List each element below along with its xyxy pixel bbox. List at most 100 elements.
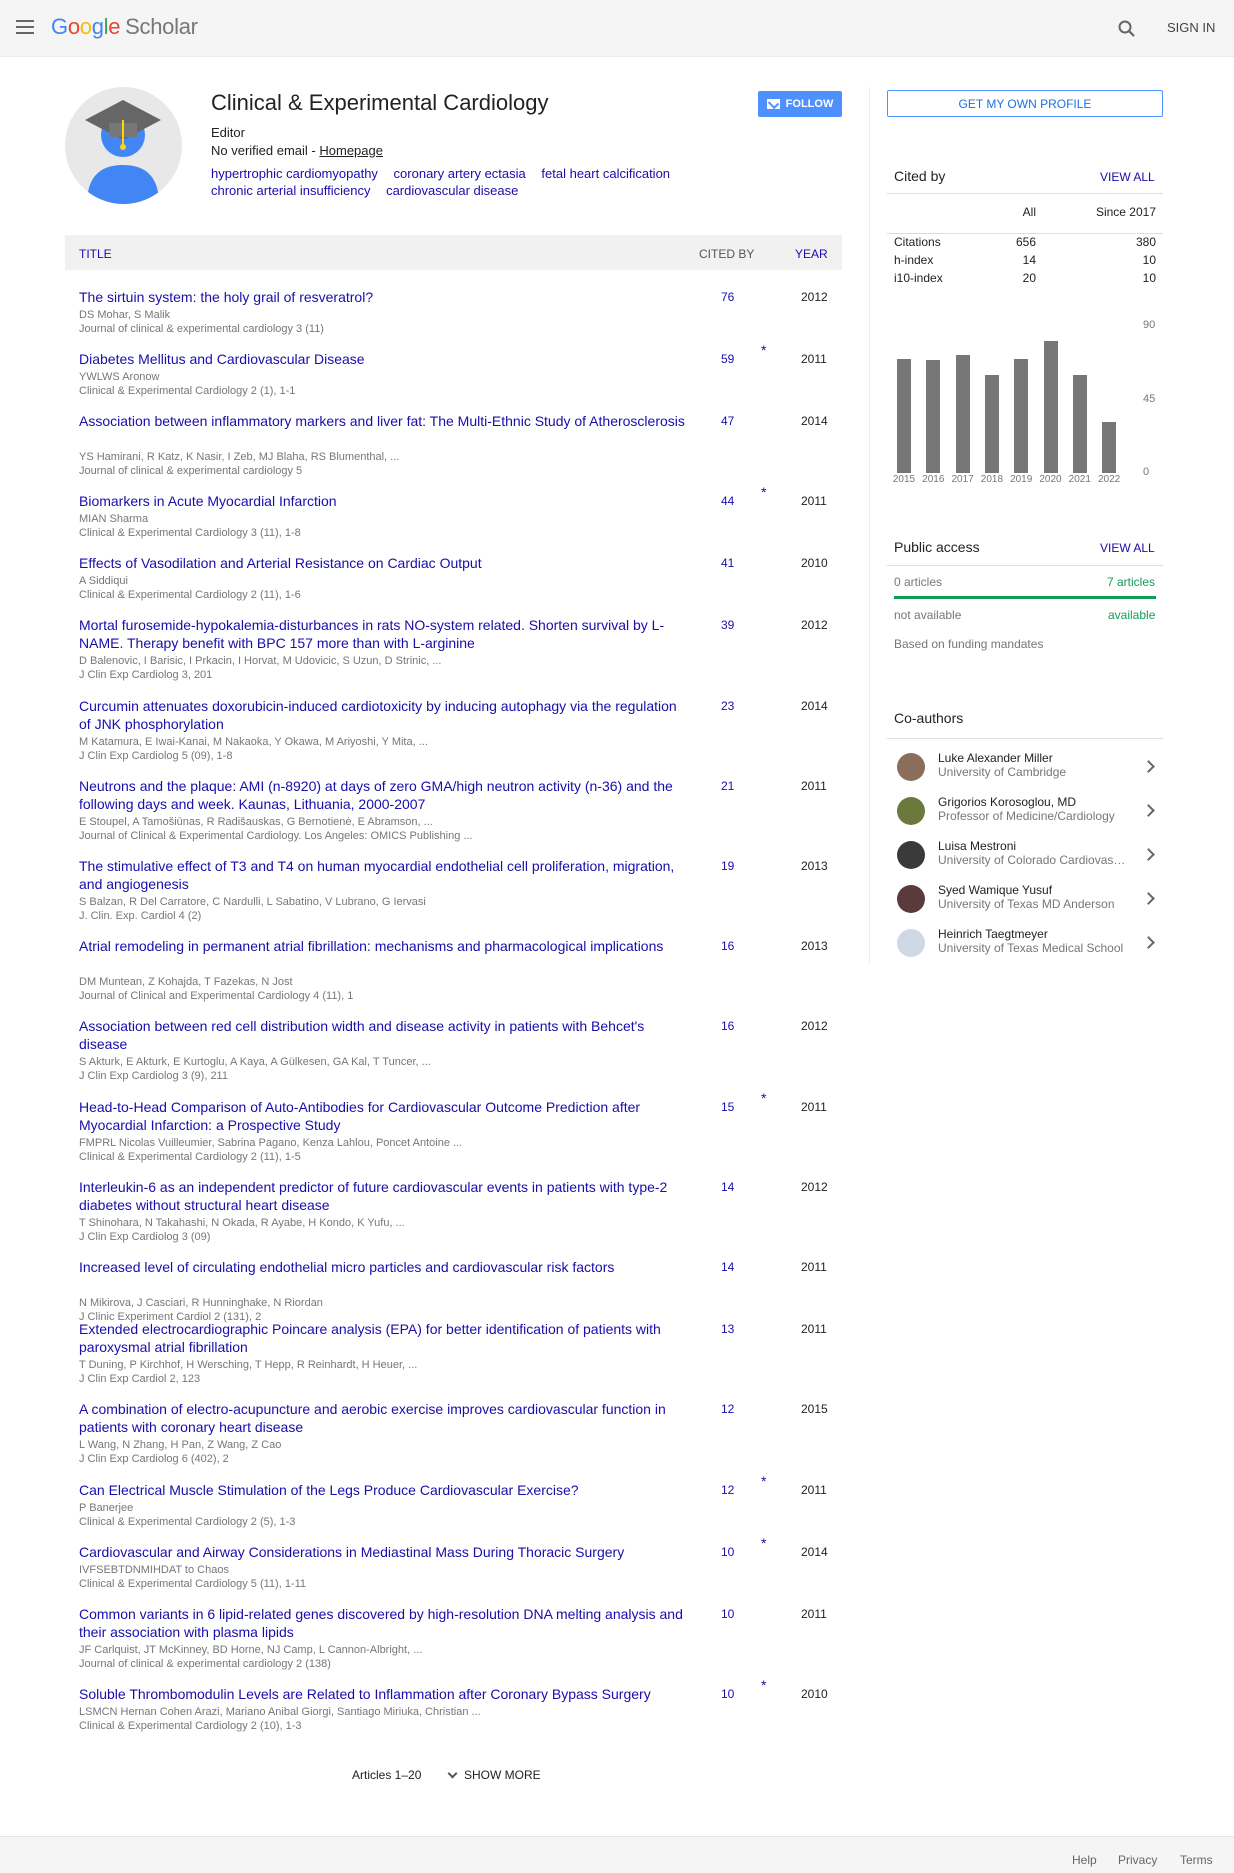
article-title-link[interactable]: Curcumin attenuates doxorubicin-induced … — [79, 697, 689, 733]
cited-by-count-link[interactable]: 21 — [721, 779, 761, 793]
metric-all: 14 — [1022, 253, 1036, 267]
article-venue: Journal of clinical & experimental cardi… — [79, 1658, 331, 1670]
article-title-link[interactable]: Increased level of circulating endotheli… — [79, 1258, 689, 1276]
follow-button[interactable]: FOLLOW — [758, 91, 842, 117]
show-more-button[interactable]: SHOW MORE — [447, 1768, 541, 1782]
chart-bar[interactable] — [926, 360, 941, 473]
cited-by-view-all-link[interactable]: VIEW ALL — [1100, 170, 1155, 184]
coauthor-item[interactable]: Grigorios Korosoglou, MD Professor of Med… — [887, 793, 1163, 829]
sort-by-title[interactable]: TITLE — [79, 247, 112, 261]
coauthor-name: Grigorios Korosoglou, MD — [938, 795, 1077, 809]
coauthor-affiliation: University of Texas Medical School — [938, 941, 1124, 955]
sort-by-year[interactable]: YEAR — [795, 247, 828, 261]
sort-by-cited[interactable]: CITED BY — [699, 247, 754, 261]
article-venue: Journal of clinical & experimental cardi… — [79, 323, 324, 335]
article-authors: A Siddiqui — [79, 575, 128, 587]
chart-bar[interactable] — [955, 355, 970, 473]
chart-bar[interactable] — [1102, 422, 1117, 473]
article-authors: FMPRL Nicolas Vuilleumier, Sabrina Pagan… — [79, 1137, 463, 1149]
article-title-link[interactable]: A combination of electro-acupuncture and… — [79, 1400, 689, 1436]
help-link[interactable]: Help — [1072, 1853, 1097, 1867]
cited-by-count-link[interactable]: 13 — [721, 1322, 761, 1336]
article-title-link[interactable]: Association between inflammatory markers… — [79, 412, 689, 430]
privacy-link[interactable]: Privacy — [1118, 1853, 1157, 1867]
article-title-link[interactable]: Can Electrical Muscle Stimulation of the… — [79, 1481, 689, 1499]
cited-by-count-link[interactable]: 14 — [721, 1260, 761, 1274]
chart-bar[interactable] — [897, 358, 911, 473]
cited-by-count-link[interactable]: 10 — [721, 1687, 761, 1701]
article-title-link[interactable]: The sirtuin system: the holy grail of re… — [79, 288, 689, 306]
public-access-view-all-link[interactable]: VIEW ALL — [1100, 541, 1155, 555]
chart-x-tick-label: 2022 — [1097, 474, 1121, 485]
cited-by-count-link[interactable]: 76 — [721, 290, 761, 304]
sign-in-button[interactable]: SIGN IN — [1167, 20, 1215, 35]
article-title-link[interactable]: Diabetes Mellitus and Cardiovascular Dis… — [79, 350, 689, 368]
get-my-own-profile-button[interactable]: GET MY OWN PROFILE — [887, 90, 1163, 117]
mail-check-icon — [766, 99, 780, 109]
citation-metrics-table: All Since 2017 Citations 656 380 h-index… — [894, 205, 1156, 289]
article-venue: Clinical & Experimental Cardiology 2 (5)… — [79, 1516, 296, 1528]
article-venue: Clinical & Experimental Cardiology 2 (11… — [79, 589, 301, 601]
chart-bar[interactable] — [1014, 358, 1029, 473]
interest-link[interactable]: chronic arterial insufficiency — [211, 183, 370, 198]
article-venue: Clinical & Experimental Cardiology 2 (10… — [79, 1720, 302, 1732]
article-venue: Clinical & Experimental Cardiology 2 (11… — [79, 1151, 301, 1163]
article-title-link[interactable]: Head-to-Head Comparison of Auto-Antibodi… — [79, 1098, 689, 1134]
homepage-link[interactable]: Homepage — [319, 143, 383, 158]
article-title-link[interactable]: Extended electrocardiographic Poincare a… — [79, 1320, 689, 1356]
interest-link[interactable]: cardiovascular disease — [386, 183, 518, 198]
cited-by-count-link[interactable]: 14 — [721, 1180, 761, 1194]
coauthor-affiliation: University of Cambridge — [938, 765, 1067, 779]
coauthor-item[interactable]: Syed Wamique Yusuf University of Texas MD… — [887, 881, 1163, 917]
article-title-link[interactable]: Effects of Vasodilation and Arterial Res… — [79, 554, 689, 572]
cited-by-count-link[interactable]: 59 — [721, 352, 761, 366]
chart-bar[interactable] — [984, 375, 999, 473]
email-status: No verified email - — [211, 143, 320, 158]
chart-bar[interactable] — [1072, 375, 1087, 473]
cited-by-count-link[interactable]: 15 — [721, 1100, 761, 1114]
cited-by-count-link[interactable]: 19 — [721, 859, 761, 873]
cited-by-count-link[interactable]: 39 — [721, 618, 761, 632]
coauthor-item[interactable]: Luke Alexander Miller University of Cambr… — [887, 749, 1163, 785]
cited-by-count-link[interactable]: 23 — [721, 699, 761, 713]
chevron-right-icon — [1142, 804, 1155, 817]
cited-by-count-link[interactable]: 12 — [721, 1402, 761, 1416]
article-title-link[interactable]: Cardiovascular and Airway Considerations… — [79, 1543, 689, 1561]
article-title-link[interactable]: Association between red cell distributio… — [79, 1017, 689, 1053]
interest-link[interactable]: fetal heart calcification — [541, 166, 670, 181]
article-authors: IVFSEBTDNMIHDAT to Chaos — [79, 1564, 229, 1576]
cited-by-count-link[interactable]: 47 — [721, 414, 761, 428]
article-title-link[interactable]: Interleukin-6 as an independent predicto… — [79, 1178, 689, 1214]
google-scholar-logo[interactable]: Google Scholar — [51, 14, 198, 40]
terms-link[interactable]: Terms — [1180, 1853, 1213, 1867]
metric-all: 20 — [1022, 271, 1036, 285]
search-icon[interactable] — [1117, 19, 1137, 39]
cited-by-count-link[interactable]: 12 — [721, 1483, 761, 1497]
chart-bar[interactable] — [1043, 340, 1058, 473]
cited-by-count-link[interactable]: 10 — [721, 1545, 761, 1559]
pa-count-right[interactable]: 7 articles — [1107, 575, 1155, 589]
hamburger-menu-icon[interactable] — [16, 20, 34, 34]
articles-table-header: TITLE CITED BY YEAR — [65, 235, 842, 270]
cited-by-count-link[interactable]: 10 — [721, 1607, 761, 1621]
article-title-link[interactable]: Soluble Thrombomodulin Levels are Relate… — [79, 1685, 689, 1703]
pa-note: Based on funding mandates — [894, 637, 1044, 651]
article-title-link[interactable]: Mortal furosemide-hypokalemia-disturbanc… — [79, 616, 689, 652]
article-title-link[interactable]: Biomarkers in Acute Myocardial Infarctio… — [79, 492, 689, 510]
coauthor-item[interactable]: Heinrich Taegtmeyer University of Texas M… — [887, 925, 1163, 961]
article-title-link[interactable]: Neutrons and the plaque: AMI (n-8920) at… — [79, 777, 689, 813]
article-year: 2011 — [801, 1322, 827, 1336]
cited-by-count-link[interactable]: 44 — [721, 494, 761, 508]
interest-link[interactable]: hypertrophic cardiomyopathy — [211, 166, 378, 181]
cited-by-count-link[interactable]: 41 — [721, 556, 761, 570]
article-title-link[interactable]: Atrial remodeling in permanent atrial fi… — [79, 937, 689, 955]
article-authors: T Shinohara, N Takahashi, N Okada, R Aya… — [79, 1217, 405, 1229]
article-venue: J Clin Exp Cardiolog 3 (09) — [79, 1231, 211, 1243]
article-title-link[interactable]: Common variants in 6 lipid-related genes… — [79, 1605, 689, 1641]
metric-label: Citations — [894, 235, 941, 249]
coauthor-item[interactable]: Luisa Mestroni University of Colorado Car… — [887, 837, 1163, 873]
cited-by-count-link[interactable]: 16 — [721, 939, 761, 953]
article-title-link[interactable]: The stimulative effect of T3 and T4 on h… — [79, 857, 689, 893]
cited-by-count-link[interactable]: 16 — [721, 1019, 761, 1033]
interest-link[interactable]: coronary artery ectasia — [394, 166, 526, 181]
